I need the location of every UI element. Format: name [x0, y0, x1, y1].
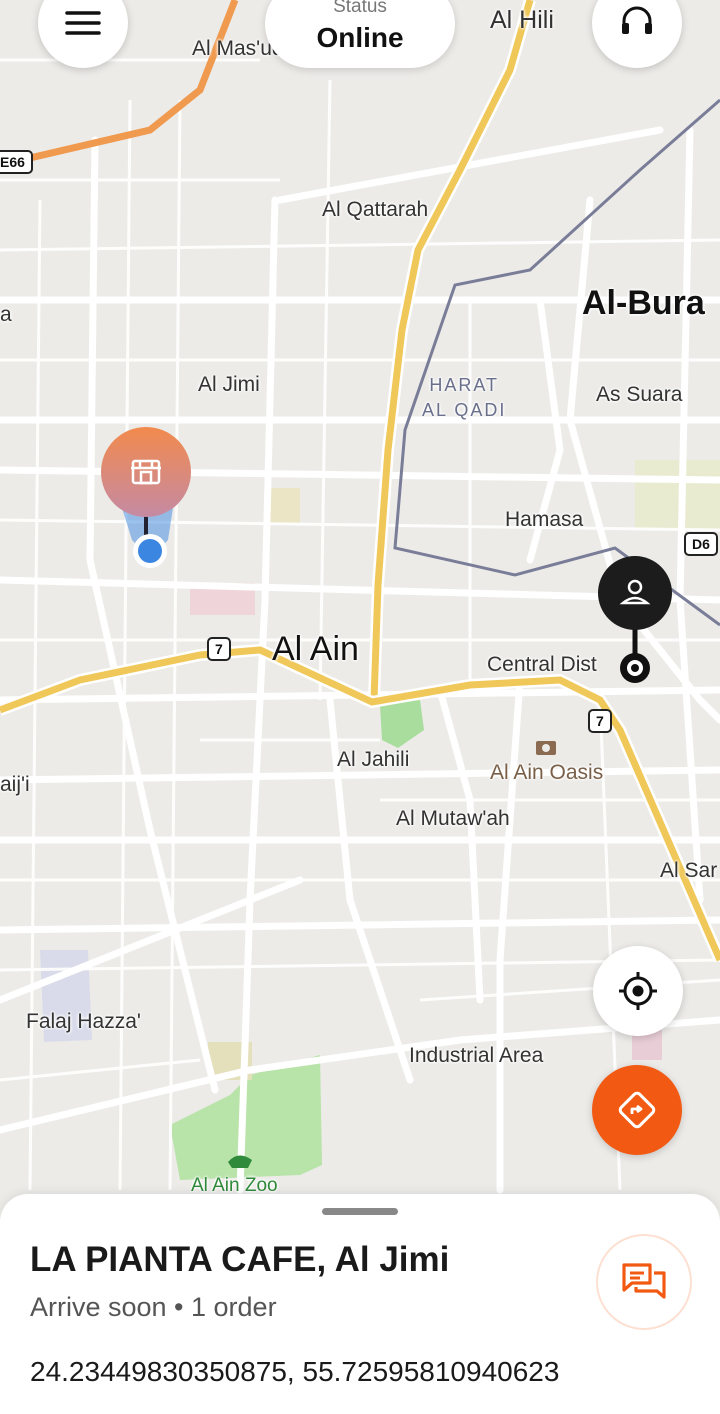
map-label: a	[0, 303, 12, 326]
map-label: Al Qattarah	[322, 198, 429, 221]
order-bottom-sheet[interactable]: LA PIANTA CAFE, Al Jimi Arrive soon • 1 …	[0, 1194, 720, 1414]
map-label: HARAT AL QADI	[422, 375, 507, 420]
status-toggle[interactable]: Status Online	[265, 0, 455, 68]
map-label: Al Jimi	[198, 373, 260, 396]
pickup-coordinates: 24.23449830350875, 55.72595810940623	[30, 1356, 560, 1387]
status-label: Status	[333, 0, 387, 17]
map-label: Al Jahili	[337, 748, 410, 771]
menu-icon	[65, 11, 101, 35]
status-value: Online	[316, 22, 404, 53]
map-label: Al Mutaw'ah	[396, 807, 510, 830]
headset-icon	[622, 6, 652, 34]
navigate-button[interactable]	[592, 1065, 682, 1155]
road-shield: 7	[207, 637, 231, 661]
map-label: Hamasa	[505, 508, 584, 531]
road-shield: 7	[588, 709, 612, 733]
crosshair-icon	[619, 972, 657, 1010]
directions-icon	[618, 1091, 656, 1129]
map-label: Al Hili	[490, 6, 554, 34]
map-label: Al-Bura	[582, 284, 705, 322]
map-label: Al Sar	[660, 859, 718, 882]
recenter-button[interactable]	[593, 946, 683, 1036]
road-shield: E66	[0, 150, 33, 174]
pickup-title: LA PIANTA CAFE, Al Jimi	[30, 1240, 450, 1279]
pickup-subtitle: Arrive soon • 1 order	[30, 1292, 277, 1322]
map-label: Central Dist	[487, 653, 597, 676]
chat-button[interactable]	[596, 1234, 692, 1330]
map-label: Industrial Area	[409, 1044, 544, 1067]
map-label: aij'i	[0, 773, 30, 796]
sheet-drag-handle[interactable]	[322, 1208, 398, 1215]
map-label: Falaj Hazza'	[26, 1010, 141, 1033]
chat-icon	[622, 1263, 666, 1299]
map-label: Al Ain	[272, 630, 359, 668]
road-shield: D6	[684, 532, 718, 556]
map-label: As Suara	[596, 383, 683, 406]
map-label: Al Ain Oasis	[490, 761, 604, 784]
